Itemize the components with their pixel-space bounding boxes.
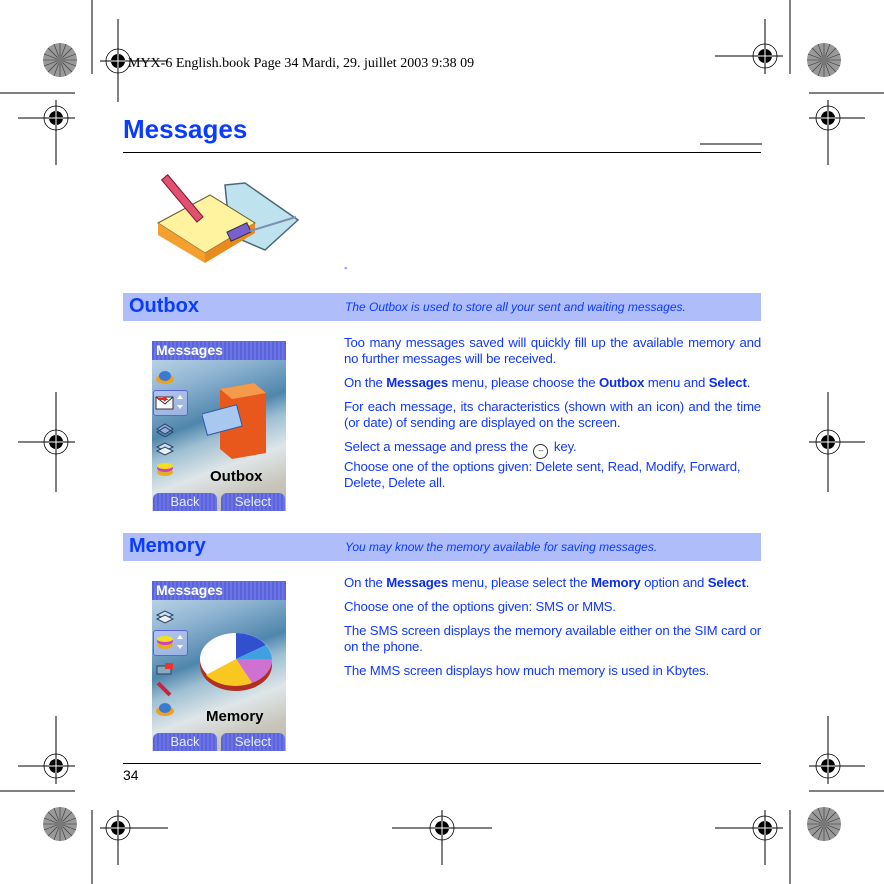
back-softkey[interactable]: Back xyxy=(153,493,217,511)
registration-mark-left-upper xyxy=(0,92,75,165)
starburst-top-right xyxy=(806,42,842,78)
outbox-instructions: Too many messages saved will quickly fil… xyxy=(344,335,761,499)
section-header-outbox: Outbox The Outbox is used to store all y… xyxy=(123,293,761,321)
settings-icon xyxy=(156,663,173,675)
section-description: The Outbox is used to store all your sen… xyxy=(345,300,686,314)
paragraph: On the Messages menu, please select the … xyxy=(344,575,750,590)
registration-mark-bottom-right xyxy=(715,810,791,884)
scroll-arrows-icon[interactable] xyxy=(176,633,184,651)
registration-mark-left-middle xyxy=(18,392,75,492)
back-softkey[interactable]: Back xyxy=(153,733,217,751)
menu-key-icon: -- xyxy=(533,444,549,459)
paragraph: The MMS screen displays how much memory … xyxy=(344,663,710,678)
section-header-memory: Memory You may know the memory available… xyxy=(123,533,761,561)
select-softkey[interactable]: Select xyxy=(221,733,285,751)
paragraph: Too many messages saved will quickly fil… xyxy=(344,335,761,366)
section-title: Outbox xyxy=(129,295,199,317)
section-description: You may know the memory available for sa… xyxy=(345,540,658,554)
message-stack-icon xyxy=(155,442,175,456)
registration-mark-right-upper xyxy=(700,92,884,165)
phone-screen-outbox: Messages Outbox Back Select xyxy=(152,341,286,511)
inbox-tray-icon xyxy=(156,423,174,437)
memory-disc-icon xyxy=(157,463,173,476)
starburst-bottom-right xyxy=(806,806,842,842)
outbox-mailbox-illustration xyxy=(202,383,266,459)
paragraph: Choose one of the options given: SMS or … xyxy=(344,599,616,614)
page-number: 34 xyxy=(123,767,139,783)
message-stack-icon xyxy=(155,610,175,624)
registration-mark-right-lower xyxy=(809,716,884,792)
starburst-top-left xyxy=(42,42,78,78)
title-divider xyxy=(123,152,761,153)
phone-screen-label: Memory xyxy=(206,708,264,725)
phone-screen-memory: Messages Memory Back Select xyxy=(152,581,286,751)
registration-mark-bottom-left xyxy=(91,810,168,884)
phone-screen-title: Messages xyxy=(152,581,286,600)
memory-disc-icon xyxy=(157,636,173,649)
phone-screen-label: Outbox xyxy=(210,468,263,485)
envelope-send-icon xyxy=(155,396,174,410)
footer-divider xyxy=(123,763,761,764)
paragraph: On the Messages menu, please choose the … xyxy=(344,375,751,390)
mailbox-icon xyxy=(156,703,174,716)
messages-notepad-icon xyxy=(157,174,300,263)
intro-mark: - xyxy=(344,262,348,274)
mailbox-icon xyxy=(156,371,174,384)
book-header: MYX-6 English.book Page 34 Mardi, 29. ju… xyxy=(128,56,475,71)
registration-mark-top-left xyxy=(91,0,168,102)
page-title: Messages xyxy=(123,114,248,144)
registration-mark-left-lower xyxy=(0,716,75,792)
starburst-bottom-left xyxy=(42,806,78,842)
scroll-arrows-icon[interactable] xyxy=(176,393,184,411)
section-title: Memory xyxy=(129,535,206,557)
phone-screen-title: Messages xyxy=(152,341,286,360)
registration-mark-right-middle xyxy=(809,392,865,492)
paragraph: Select a message and press the -- key. Ch… xyxy=(344,439,741,490)
memory-pie-illustration xyxy=(200,633,273,691)
select-softkey[interactable]: Select xyxy=(221,493,285,511)
pencil-icon xyxy=(156,681,172,697)
registration-mark-bottom-center xyxy=(392,810,492,865)
paragraph: For each message, its characteristics (s… xyxy=(344,399,761,430)
paragraph: The SMS screen displays the memory avail… xyxy=(344,623,761,654)
memory-instructions: On the Messages menu, please select the … xyxy=(344,575,761,687)
registration-mark-top-right xyxy=(715,0,791,74)
